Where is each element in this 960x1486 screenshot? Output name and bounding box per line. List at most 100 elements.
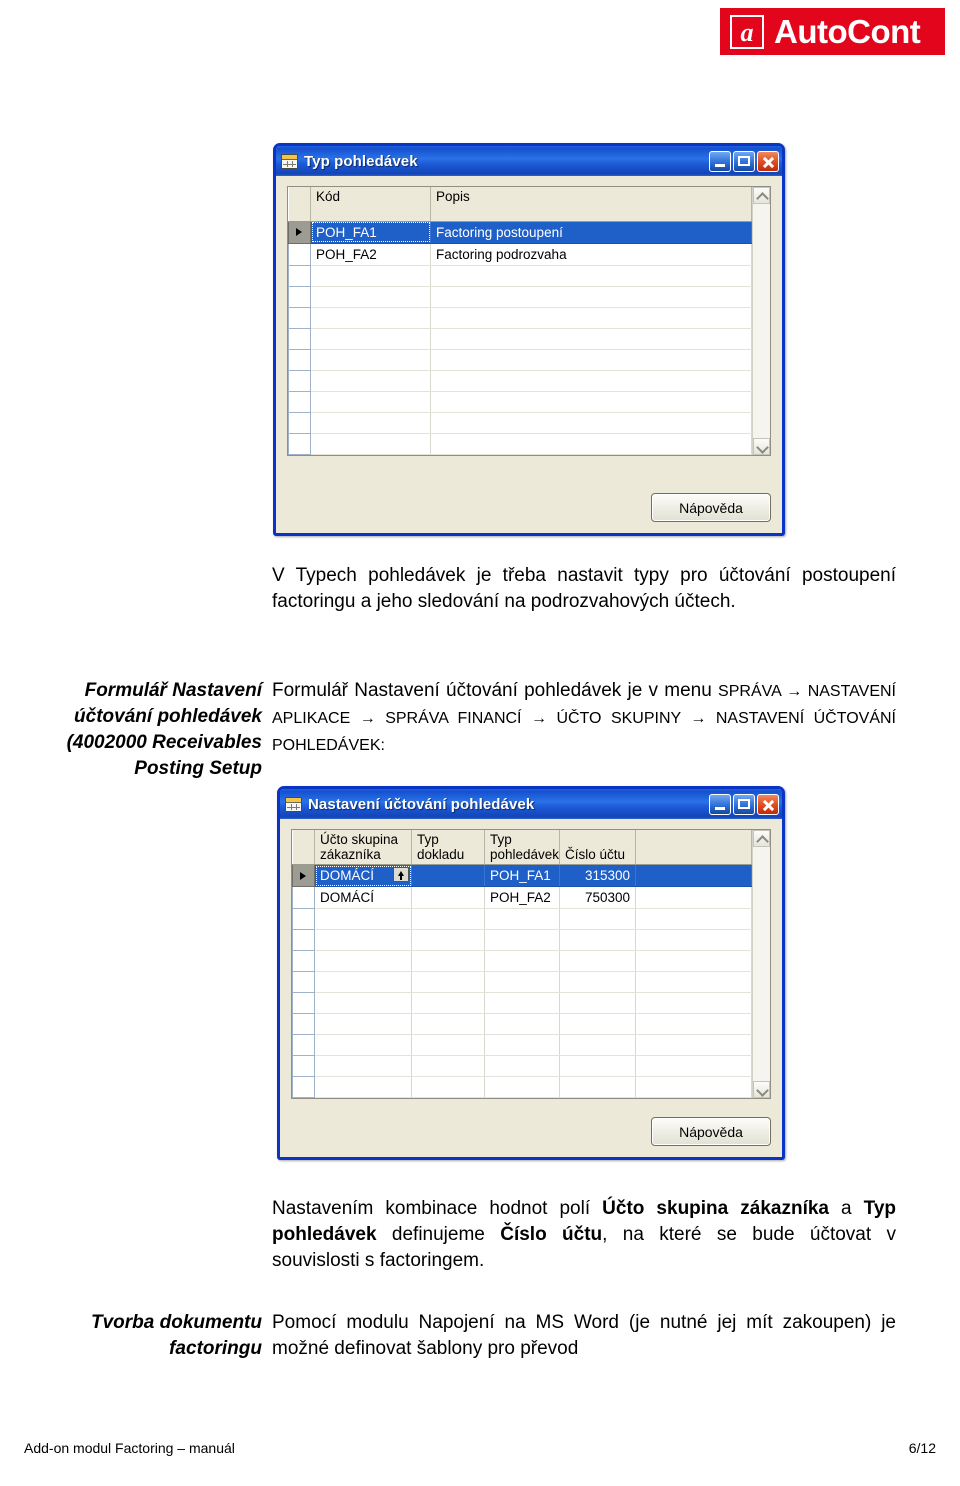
- cell-kod[interactable]: POH_FA2: [310, 243, 431, 266]
- window1-grid[interactable]: Kód Popis POH_FA1 Factoring postoupení P: [287, 186, 771, 456]
- table-row[interactable]: POH_FA1 Factoring postoupení: [288, 220, 752, 244]
- cell-ucto-skupina[interactable]: [314, 950, 412, 973]
- cell-typ-dokladu[interactable]: [411, 908, 485, 931]
- cell-ucto-skupina[interactable]: [314, 1034, 412, 1057]
- cell-typ-dokladu[interactable]: [411, 886, 485, 910]
- cell-cislo-uctu[interactable]: 750300: [559, 886, 636, 910]
- cell-typ-dokladu[interactable]: [411, 929, 485, 952]
- scroll-up-icon[interactable]: [753, 830, 770, 848]
- cell-typ-pohledavek[interactable]: [484, 1076, 560, 1099]
- row-selector[interactable]: [288, 306, 311, 329]
- cell-typ-pohledavek[interactable]: [484, 950, 560, 973]
- close-icon[interactable]: [757, 150, 779, 172]
- cell-popis[interactable]: [430, 433, 752, 455]
- window1-col-popis[interactable]: Popis: [430, 187, 752, 222]
- cell-kod[interactable]: [310, 286, 431, 308]
- table-row[interactable]: [288, 348, 752, 371]
- cell-ucto-skupina[interactable]: [314, 908, 412, 931]
- window2-col-ucto-skupina[interactable]: Účto skupina zákazníka: [314, 830, 412, 866]
- row-selector[interactable]: [288, 411, 311, 434]
- help-button[interactable]: Nápověda: [651, 493, 771, 522]
- window2-titlebar[interactable]: Nastavení účtování pohledávek: [280, 789, 782, 819]
- cell-typ-dokladu[interactable]: [411, 1055, 485, 1078]
- window1-col-kod[interactable]: Kód: [310, 187, 431, 222]
- cell-cislo-uctu[interactable]: [559, 908, 636, 931]
- table-row[interactable]: [288, 369, 752, 392]
- cell-cislo-uctu[interactable]: 315300: [559, 864, 636, 888]
- row-selector[interactable]: [292, 992, 315, 1015]
- window2-scrollbar[interactable]: [752, 830, 770, 1099]
- cell-cislo-uctu[interactable]: [559, 1076, 636, 1099]
- cell-kod[interactable]: [310, 391, 431, 413]
- cell-popis[interactable]: [430, 412, 752, 434]
- cell-typ-dokladu[interactable]: [411, 1013, 485, 1036]
- help-button[interactable]: Nápověda: [651, 1117, 771, 1146]
- cell-kod[interactable]: [310, 265, 431, 287]
- cell-ucto-skupina[interactable]: [314, 1055, 412, 1078]
- table-row[interactable]: [288, 264, 752, 287]
- cell-typ-pohledavek[interactable]: [484, 971, 560, 994]
- table-row[interactable]: [288, 306, 752, 329]
- row-selector[interactable]: [292, 886, 315, 910]
- table-row[interactable]: DOMÁCÍ POH_FA1 315300: [292, 864, 752, 888]
- cell-ucto-skupina[interactable]: DOMÁCÍ: [314, 886, 412, 910]
- cell-cislo-uctu[interactable]: [559, 992, 636, 1015]
- table-row[interactable]: [288, 285, 752, 308]
- cell-kod[interactable]: [310, 349, 431, 371]
- cell-cislo-uctu[interactable]: [559, 929, 636, 952]
- cell-kod[interactable]: POH_FA1: [310, 221, 431, 244]
- cell-popis[interactable]: [430, 349, 752, 371]
- cell-typ-pohledavek[interactable]: POH_FA2: [484, 886, 560, 910]
- window2-grid[interactable]: Účto skupina zákazníka Typ dokladu Typ p…: [291, 829, 771, 1100]
- cell-popis[interactable]: Factoring podrozvaha: [430, 243, 752, 266]
- scrollbar-track[interactable]: [753, 847, 770, 1082]
- row-selector[interactable]: [288, 348, 311, 371]
- cell-typ-dokladu[interactable]: [411, 1034, 485, 1057]
- cell-ucto-skupina[interactable]: [314, 1076, 412, 1099]
- cell-ucto-skupina[interactable]: [314, 992, 412, 1015]
- row-selector[interactable]: [292, 1076, 315, 1099]
- row-selector[interactable]: [292, 1034, 315, 1057]
- table-row[interactable]: [292, 929, 752, 952]
- cell-ucto-skupina[interactable]: [314, 1013, 412, 1036]
- row-selector[interactable]: [288, 242, 311, 266]
- table-row[interactable]: [288, 411, 752, 434]
- cell-typ-dokladu[interactable]: [411, 950, 485, 973]
- minimize-icon[interactable]: [709, 150, 731, 172]
- cell-popis[interactable]: [430, 370, 752, 392]
- cell-typ-pohledavek[interactable]: [484, 908, 560, 931]
- row-selector[interactable]: [288, 285, 311, 308]
- cell-popis[interactable]: [430, 328, 752, 350]
- cell-cislo-uctu[interactable]: [559, 950, 636, 973]
- cell-popis[interactable]: [430, 307, 752, 329]
- cell-cislo-uctu[interactable]: [559, 1034, 636, 1057]
- table-row[interactable]: [288, 390, 752, 413]
- cell-typ-dokladu[interactable]: [411, 992, 485, 1015]
- cell-typ-pohledavek[interactable]: [484, 929, 560, 952]
- row-selector[interactable]: [292, 971, 315, 994]
- cell-cislo-uctu[interactable]: [559, 1013, 636, 1036]
- maximize-icon[interactable]: [733, 793, 755, 815]
- cell-kod[interactable]: [310, 412, 431, 434]
- table-row[interactable]: [288, 327, 752, 350]
- cell-typ-dokladu[interactable]: [411, 971, 485, 994]
- cell-typ-pohledavek[interactable]: [484, 992, 560, 1015]
- scrollbar-track[interactable]: [753, 204, 770, 438]
- cell-kod[interactable]: [310, 328, 431, 350]
- cell-typ-pohledavek[interactable]: [484, 1055, 560, 1078]
- row-selector[interactable]: [288, 369, 311, 392]
- row-selector[interactable]: [288, 432, 311, 455]
- cell-typ-pohledavek[interactable]: [484, 1034, 560, 1057]
- cell-cislo-uctu[interactable]: [559, 1055, 636, 1078]
- minimize-icon[interactable]: [709, 793, 731, 815]
- cell-ucto-skupina[interactable]: [314, 971, 412, 994]
- row-selector[interactable]: [292, 929, 315, 952]
- row-selector[interactable]: [288, 220, 311, 244]
- cell-kod[interactable]: [310, 307, 431, 329]
- cell-popis[interactable]: [430, 391, 752, 413]
- row-selector[interactable]: [288, 264, 311, 287]
- table-row[interactable]: [292, 971, 752, 994]
- cell-popis[interactable]: Factoring postoupení: [430, 221, 752, 244]
- row-selector[interactable]: [288, 327, 311, 350]
- cell-typ-dokladu[interactable]: [411, 864, 485, 888]
